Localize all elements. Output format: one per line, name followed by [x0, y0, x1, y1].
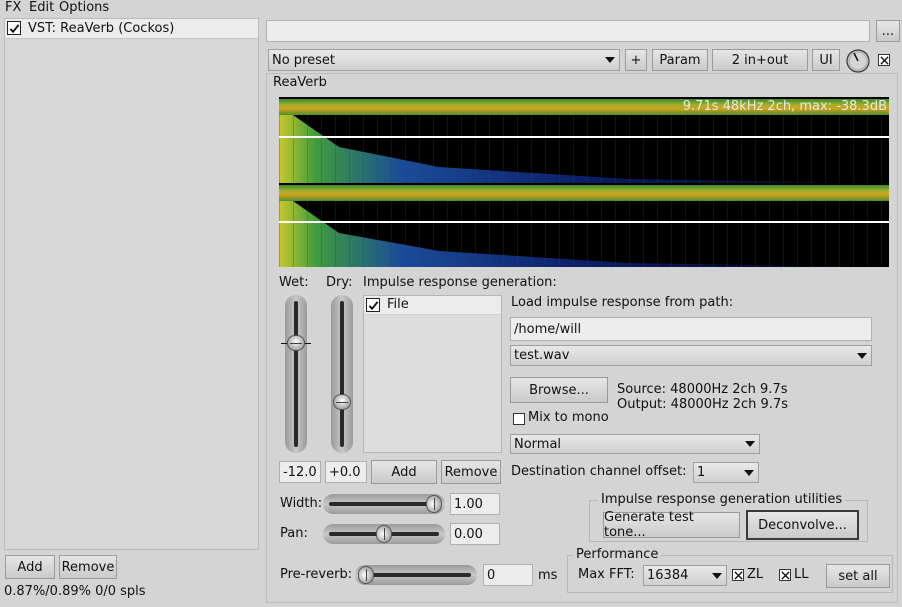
preset-add-button[interactable]: + — [625, 49, 647, 71]
set-all-button[interactable]: set all — [826, 564, 890, 588]
width-slider-knob[interactable] — [426, 495, 442, 513]
dest-offset-label: Destination channel offset: — [511, 464, 687, 479]
wet-slider-knob[interactable] — [287, 335, 305, 352]
ir-file-value: test.wav — [514, 348, 570, 363]
menu-options[interactable]: Options — [59, 0, 109, 15]
ll-label: LL — [794, 567, 809, 582]
deconvolve-button[interactable]: Deconvolve... — [746, 510, 859, 540]
mix-to-mono-checkbox[interactable] — [513, 413, 525, 425]
dest-offset-select[interactable]: 1 — [693, 462, 759, 483]
wet-label: Wet: — [279, 275, 309, 290]
max-fft-select[interactable]: 16384 — [643, 565, 727, 586]
preset-value: No preset — [272, 52, 335, 68]
ir-add-button[interactable]: Add — [371, 460, 437, 484]
performance-title: Performance — [573, 547, 662, 562]
zl-checkbox[interactable] — [732, 569, 744, 581]
chevron-down-icon — [745, 441, 755, 447]
chevron-down-icon — [857, 352, 867, 359]
pan-value-field[interactable]: 0.00 — [450, 523, 500, 545]
ir-remove-button[interactable]: Remove — [441, 460, 501, 484]
x-icon — [879, 55, 889, 65]
width-label: Width: — [280, 496, 323, 511]
menu-fx[interactable]: FX — [5, 0, 21, 15]
prereverb-unit: ms — [538, 568, 558, 583]
width-slider-track — [329, 502, 439, 506]
fx-item-label: VST: ReaVerb (Cockos) — [28, 21, 175, 36]
chevron-down-icon — [712, 572, 722, 579]
param-button[interactable]: Param — [652, 49, 708, 71]
dry-label: Dry: — [326, 275, 353, 290]
ir-file-select[interactable]: test.wav — [510, 345, 872, 366]
fx-add-button[interactable]: Add — [5, 555, 55, 579]
width-value-field[interactable]: 1.00 — [450, 493, 500, 515]
pan-slider[interactable] — [323, 524, 445, 544]
dry-slider[interactable] — [331, 295, 353, 453]
mode-select[interactable]: Normal — [510, 434, 760, 454]
plugin-title: ReaVerb — [273, 75, 327, 90]
ir-path-field[interactable]: /home/will — [510, 317, 872, 341]
fx-remove-button[interactable]: Remove — [59, 555, 117, 579]
x-icon — [733, 570, 743, 580]
prereverb-value-field[interactable]: 0 — [483, 564, 533, 586]
ir-generation-label: Impulse response generation: — [363, 275, 557, 290]
max-fft-label: Max FFT: — [578, 567, 635, 582]
pan-slider-knob[interactable] — [376, 525, 392, 543]
dest-offset-value: 1 — [697, 465, 706, 480]
spectrogram-display — [279, 99, 889, 267]
mix-to-mono-label: Mix to mono — [528, 410, 609, 425]
wet-value-field[interactable]: -12.0 — [279, 461, 321, 483]
prereverb-slider[interactable] — [355, 565, 477, 585]
dry-slider-track — [340, 301, 344, 447]
wet-knob-icon[interactable] — [846, 49, 870, 73]
ll-checkbox[interactable] — [779, 569, 791, 581]
fx-chain-list[interactable]: VST: ReaVerb (Cockos) — [4, 18, 259, 550]
ir-generation-list[interactable]: File — [363, 295, 502, 453]
dry-value-field[interactable]: +0.0 — [325, 461, 367, 483]
menu-bar: FX Edit Options — [0, 0, 902, 16]
prereverb-label: Pre-reverb: — [280, 567, 353, 582]
prereverb-slider-knob[interactable] — [358, 566, 374, 584]
check-icon — [368, 300, 378, 310]
source-info: Source: 48000Hz 2ch 9.7s — [617, 382, 788, 397]
dry-slider-knob[interactable] — [333, 394, 351, 411]
ir-list-item[interactable]: File — [364, 296, 501, 315]
spectrogram-info: 9.71s 48kHz 2ch, max: -38.3dB — [682, 99, 887, 114]
ir-file-checkbox[interactable] — [366, 298, 380, 312]
ir-spectrogram[interactable]: 9.71s 48kHz 2ch, max: -38.3dB — [279, 97, 889, 267]
fx-chain-item[interactable]: VST: ReaVerb (Cockos) — [5, 19, 258, 39]
menu-edit[interactable]: Edit — [29, 0, 54, 15]
bypass-checkbox[interactable] — [878, 54, 890, 66]
wet-slider-track — [294, 301, 298, 447]
generate-test-tone-button[interactable]: Generate test tone... — [603, 510, 740, 540]
ir-utilities-title: Impulse response generation utilities — [598, 492, 846, 507]
browse-button[interactable]: Browse... — [510, 377, 608, 403]
chevron-down-icon — [605, 57, 615, 63]
chevron-down-icon — [744, 469, 754, 476]
ir-item-label: File — [387, 297, 409, 312]
check-icon — [9, 23, 19, 33]
wet-slider[interactable] — [281, 295, 311, 453]
zl-label: ZL — [747, 567, 764, 582]
mode-value: Normal — [514, 436, 562, 452]
more-button[interactable]: ... — [876, 20, 900, 42]
ui-button[interactable]: UI — [812, 49, 840, 71]
cpu-status: 0.87%/0.89% 0/0 spls — [4, 584, 146, 599]
prereverb-slider-track — [361, 573, 471, 577]
preset-select[interactable]: No preset — [268, 49, 620, 71]
pan-label: Pan: — [280, 526, 308, 541]
fx-name-field[interactable] — [266, 20, 870, 42]
output-info: Output: 48000Hz 2ch 9.7s — [617, 397, 788, 412]
io-button[interactable]: 2 in+out — [712, 49, 808, 71]
max-fft-value: 16384 — [647, 568, 689, 583]
width-slider[interactable] — [323, 494, 445, 514]
fx-enable-checkbox[interactable] — [7, 21, 21, 35]
x-icon — [780, 570, 790, 580]
load-ir-label: Load impulse response from path: — [511, 295, 734, 310]
